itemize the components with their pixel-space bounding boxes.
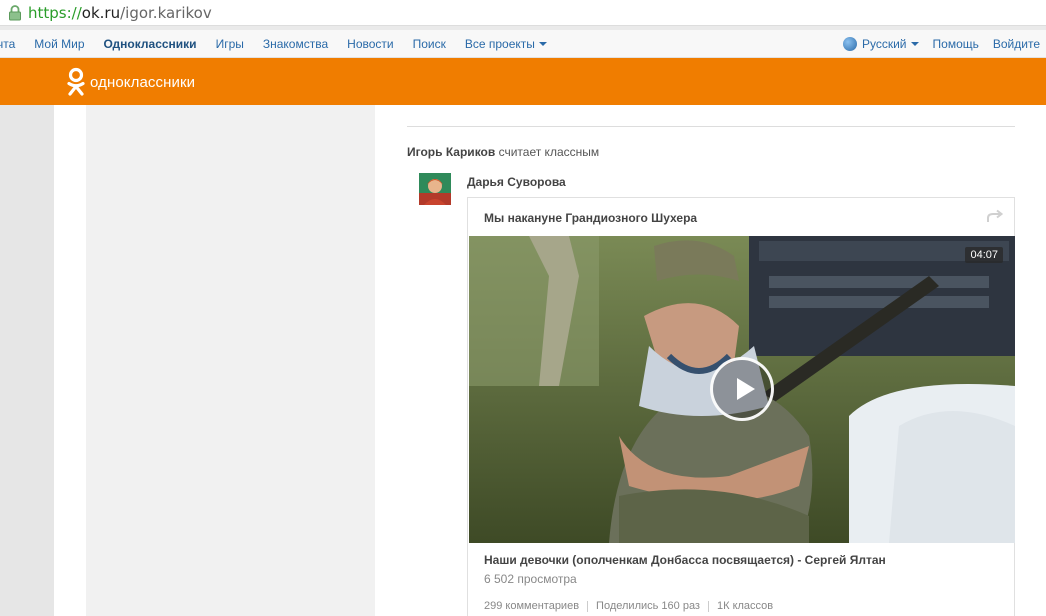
- stats-divider: [707, 600, 709, 612]
- top-nav: чта Мой Мир Одноклассники Игры Знакомств…: [0, 30, 1046, 58]
- feed-divider: [407, 126, 1015, 127]
- stats-divider: [587, 600, 589, 612]
- login-link[interactable]: Войдите: [993, 37, 1040, 51]
- nav-item-games[interactable]: Игры: [216, 37, 244, 51]
- video-title-link[interactable]: Наши девочки (ополченкам Донбасса посвящ…: [484, 553, 886, 567]
- play-icon[interactable]: [710, 357, 774, 421]
- activity-line: Игорь Кариков считает классным: [407, 145, 599, 159]
- globe-icon: [842, 36, 857, 51]
- video-views: 6 502 просмотра: [484, 572, 577, 586]
- author-name-link[interactable]: Дарья Суворова: [467, 175, 566, 189]
- clipped-text: [478, 95, 548, 103]
- profile-column: [86, 105, 375, 616]
- language-label: Русский: [861, 36, 907, 51]
- avatar[interactable]: [419, 173, 451, 205]
- ok-logo[interactable]: одноклассники: [66, 67, 195, 97]
- chevron-down-icon: [538, 41, 547, 46]
- video-duration: 04:07: [965, 247, 1003, 263]
- activity-action: считает классным: [498, 145, 600, 159]
- all-projects-label: Все проекты: [464, 36, 535, 51]
- post-stats: 299 комментариев Поделились 160 раз 1К к…: [484, 600, 773, 612]
- video-player[interactable]: 04:07: [469, 236, 1015, 543]
- share-icon[interactable]: [986, 208, 1004, 224]
- language-selector[interactable]: Русский: [862, 37, 919, 51]
- shares-count[interactable]: Поделились 160 раз: [596, 600, 700, 612]
- nav-item-mail[interactable]: чта: [0, 37, 15, 51]
- comments-count[interactable]: 299 комментариев: [484, 600, 579, 612]
- ok-logo-icon: [67, 67, 85, 96]
- chevron-down-icon: [910, 41, 919, 46]
- address-bar[interactable]: https://ok.ru/igor.karikov: [0, 0, 1046, 26]
- url-text: https://ok.ru/igor.karikov: [28, 3, 212, 22]
- nav-item-search[interactable]: Поиск: [413, 37, 446, 51]
- nav-item-news[interactable]: Новости: [347, 37, 393, 51]
- avatar-image: [419, 173, 451, 205]
- post-title[interactable]: Мы накануне Грандиозного Шухера: [484, 211, 697, 225]
- nav-item-odnoklassniki[interactable]: Одноклассники: [104, 37, 197, 51]
- activity-user-link[interactable]: Игорь Кариков: [407, 145, 495, 159]
- logo-text: одноклассники: [90, 73, 196, 91]
- post-card: Мы накануне Грандиозного Шухера 04:07 На…: [467, 197, 1015, 616]
- left-sidebar: [54, 105, 86, 616]
- likes-count[interactable]: 1К классов: [717, 600, 773, 612]
- help-link[interactable]: Помощь: [933, 37, 979, 51]
- lock-icon: [8, 4, 22, 21]
- left-margin: [0, 105, 54, 616]
- nav-item-dating[interactable]: Знакомства: [263, 37, 328, 51]
- nav-item-moy-mir[interactable]: Мой Мир: [34, 37, 84, 51]
- nav-item-all-projects[interactable]: Все проекты: [465, 37, 547, 51]
